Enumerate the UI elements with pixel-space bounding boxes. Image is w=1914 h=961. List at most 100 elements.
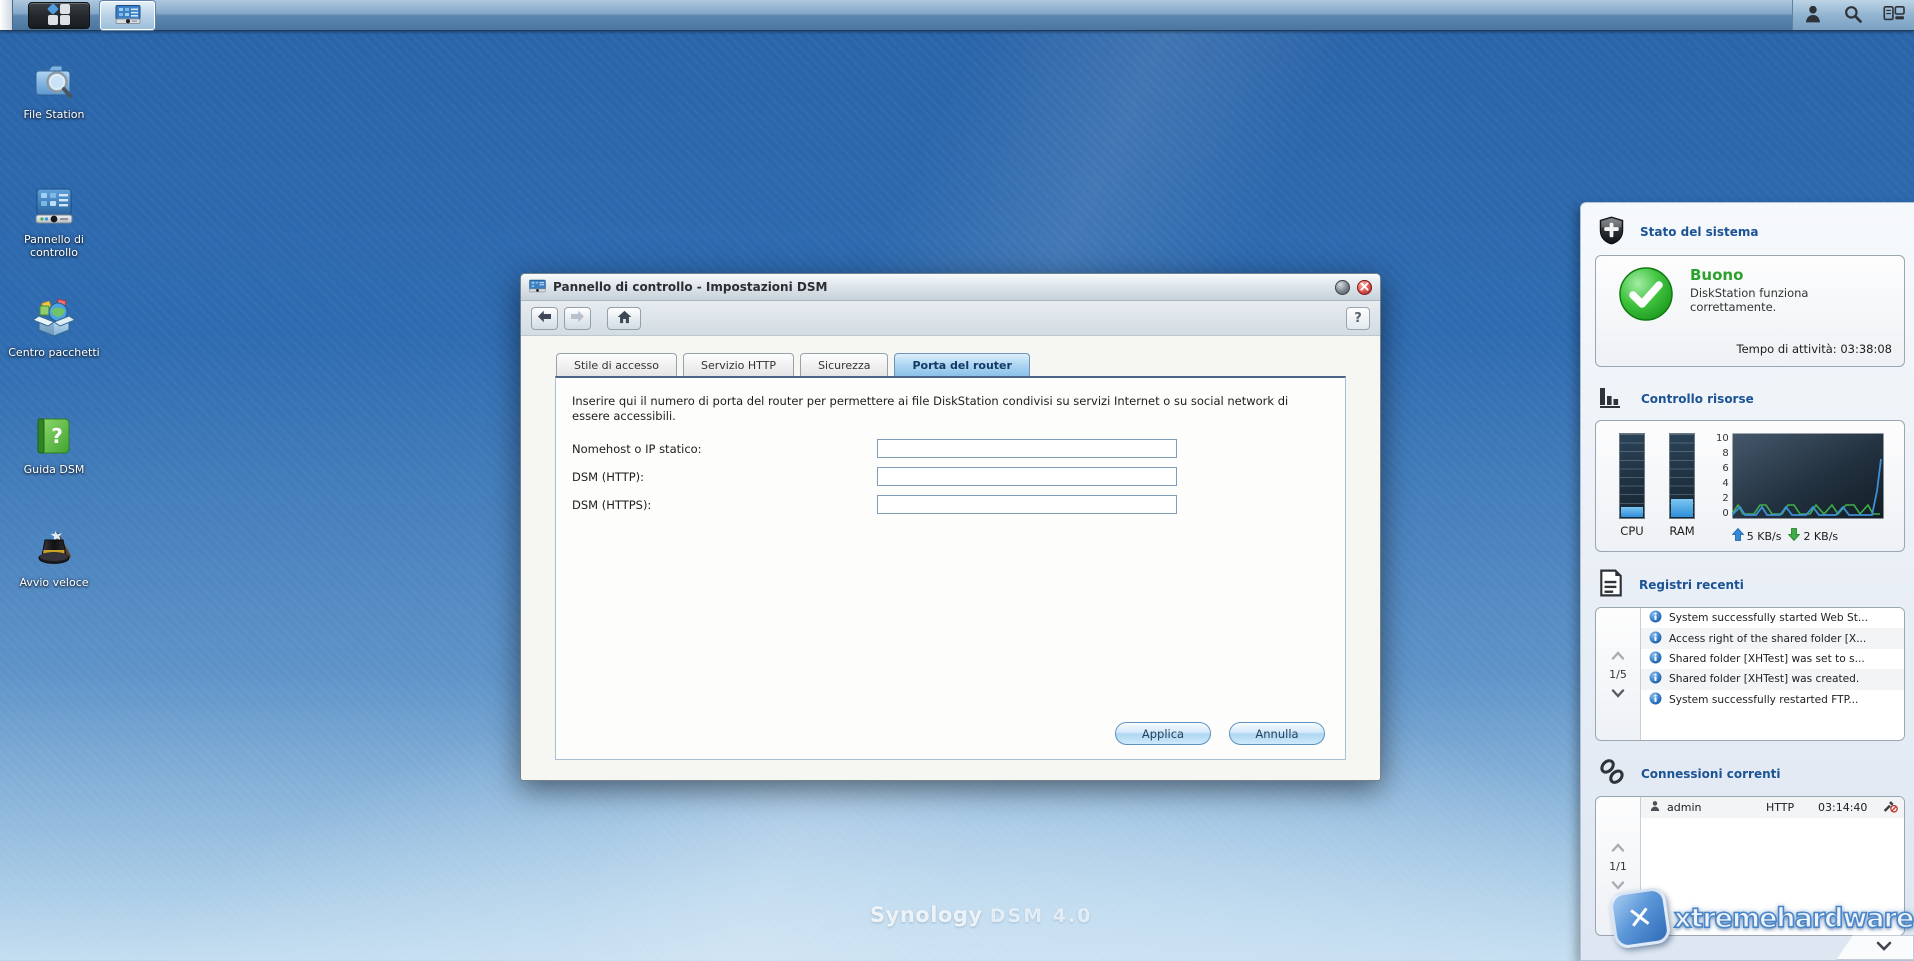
- svg-text:?: ?: [51, 424, 63, 448]
- hostname-label: Nomehost o IP statico:: [572, 441, 702, 456]
- back-arrow-icon: [537, 310, 552, 326]
- tab-porta-del-router[interactable]: Porta del router: [894, 353, 1030, 376]
- home-button[interactable]: [607, 306, 641, 330]
- connection-time: 03:14:40: [1818, 801, 1868, 814]
- user-menu-button[interactable]: [1796, 2, 1830, 28]
- section-title: Connessioni correnti: [1641, 766, 1781, 781]
- axis-tick: 4: [1722, 478, 1729, 489]
- bar-chart-icon: [1598, 384, 1626, 413]
- form-row: DSM (HTTP):: [572, 467, 1345, 486]
- log-row[interactable]: Shared folder [XHTest] was set to s...: [1641, 648, 1904, 670]
- window-toolbar: ?: [521, 301, 1380, 336]
- desktop-icon-control-panel[interactable]: Pannello di controllo: [8, 183, 100, 259]
- taskbar-tray: [1792, 0, 1914, 30]
- file-station-icon: [31, 58, 77, 104]
- pilot-view-icon: [1883, 5, 1905, 26]
- network-graph-axis: 10 8 6 4 2 0: [1716, 433, 1729, 519]
- info-icon: [1649, 671, 1662, 687]
- sidebar-collapse-button[interactable]: [1836, 935, 1914, 960]
- log-text: Access right of the shared folder [X...: [1669, 632, 1867, 645]
- log-row[interactable]: Shared folder [XHTest] was created.: [1641, 669, 1904, 690]
- show-desktop-button[interactable]: [0, 0, 13, 30]
- dsm-desktop: { "taskbar": { "icons": { "show_desktop"…: [0, 0, 1914, 961]
- desktop-icon-dsm-help[interactable]: ? Guida DSM: [8, 413, 100, 476]
- tab-servizio-http[interactable]: Servizio HTTP: [683, 353, 795, 376]
- tab-stile-di-accesso[interactable]: Stile di accesso: [556, 353, 678, 376]
- current-connections-header: Connessioni correnti: [1581, 745, 1914, 796]
- control-panel-icon: [115, 4, 141, 27]
- forward-button[interactable]: [564, 306, 591, 330]
- logs-page-indicator: 1/5: [1609, 667, 1627, 681]
- user-icon: [1803, 4, 1823, 27]
- recent-logs-header: Registri recenti: [1581, 556, 1914, 607]
- axis-tick: 10: [1716, 433, 1729, 444]
- brand-name: Synology: [870, 903, 983, 927]
- axis-tick: 0: [1722, 508, 1729, 519]
- tab-sicurezza[interactable]: Sicurezza: [800, 353, 889, 376]
- close-icon: [1360, 281, 1369, 294]
- panel-intro-text: Inserire qui il numero di porta del rout…: [572, 394, 1289, 423]
- desktop-icon-quick-start[interactable]: Avvio veloce: [8, 526, 100, 589]
- cpu-gauge-fill: [1621, 506, 1643, 517]
- window-title: Pannello di controllo - Impostazioni DSM: [553, 280, 828, 294]
- apps-grid-icon: [41, 3, 77, 29]
- network-traffic-graph: [1731, 433, 1884, 522]
- dsm-https-input[interactable]: [877, 495, 1177, 514]
- connections-page-down-button[interactable]: [1611, 880, 1625, 890]
- info-icon: [1649, 651, 1662, 667]
- link-icon: [1598, 758, 1626, 789]
- search-button[interactable]: [1836, 2, 1870, 28]
- upload-arrow-icon: [1731, 527, 1745, 544]
- logs-page-down-button[interactable]: [1611, 688, 1625, 698]
- log-text: System successfully started Web St...: [1669, 612, 1869, 625]
- back-button[interactable]: [531, 306, 558, 330]
- hostname-input[interactable]: [877, 439, 1177, 458]
- desktop-icon-file-station[interactable]: File Station: [8, 58, 100, 121]
- close-button[interactable]: [1357, 279, 1372, 295]
- info-icon: [1649, 610, 1662, 626]
- shield-icon: [1598, 216, 1625, 248]
- logs-pager: 1/5: [1596, 608, 1640, 740]
- pilot-view-button[interactable]: [1877, 2, 1911, 28]
- cpu-label: CPU: [1620, 524, 1644, 538]
- connections-page-indicator: 1/1: [1609, 859, 1627, 873]
- forward-arrow-icon: [570, 310, 585, 326]
- help-button[interactable]: ?: [1346, 306, 1370, 330]
- window-icon: [529, 279, 546, 296]
- log-text: Shared folder [XHTest] was set to s...: [1669, 652, 1865, 665]
- window-titlebar[interactable]: Pannello di controllo - Impostazioni DSM: [521, 274, 1380, 301]
- apply-button[interactable]: Applica: [1115, 722, 1211, 745]
- main-menu-button[interactable]: [28, 2, 90, 29]
- connection-row[interactable]: admin HTTP 03:14:40: [1641, 797, 1904, 818]
- connection-user: admin: [1667, 801, 1702, 814]
- system-status-header: Stato del sistema: [1581, 203, 1914, 255]
- taskbar-item-control-panel[interactable]: [100, 1, 155, 30]
- log-row[interactable]: System successfully started Web St...: [1641, 608, 1904, 629]
- connection-protocol: HTTP: [1766, 801, 1795, 814]
- info-icon: [1649, 692, 1662, 708]
- control-panel-icon: [31, 183, 77, 229]
- dsm-http-label: DSM (HTTP):: [572, 469, 645, 484]
- log-row[interactable]: Access right of the shared folder [X...: [1641, 628, 1904, 649]
- cancel-button[interactable]: Annulla: [1229, 722, 1325, 745]
- upload-value: 5 KB/s: [1746, 529, 1782, 543]
- axis-tick: 6: [1722, 463, 1729, 474]
- home-icon: [617, 310, 632, 327]
- form-row: DSM (HTTPS):: [572, 495, 1345, 514]
- section-title: Registri recenti: [1639, 577, 1744, 592]
- desktop-icon-package-center[interactable]: Centro pacchetti: [8, 296, 100, 359]
- logs-page-up-button[interactable]: [1611, 650, 1625, 660]
- package-center-icon: [31, 296, 77, 342]
- router-port-panel: Inserire qui il numero di porta del rout…: [555, 376, 1346, 760]
- brand-product: DSM 4.0: [989, 905, 1093, 927]
- connections-page-up-button[interactable]: [1611, 842, 1625, 852]
- download-value: 2 KB/s: [1803, 529, 1839, 543]
- disconnect-icon[interactable]: [1882, 800, 1898, 816]
- dsm-http-input[interactable]: [877, 467, 1177, 486]
- resource-monitor-card: CPU RAM 10 8 6 4 2 0 5 KB/s 2 KB/s: [1595, 420, 1905, 552]
- log-row[interactable]: System successfully restarted FTP...: [1641, 689, 1904, 710]
- minimize-button[interactable]: [1335, 279, 1350, 295]
- synology-watermark: Synology DSM 4.0: [870, 903, 1092, 927]
- section-title: Controllo risorse: [1641, 391, 1754, 406]
- search-icon: [1843, 4, 1863, 27]
